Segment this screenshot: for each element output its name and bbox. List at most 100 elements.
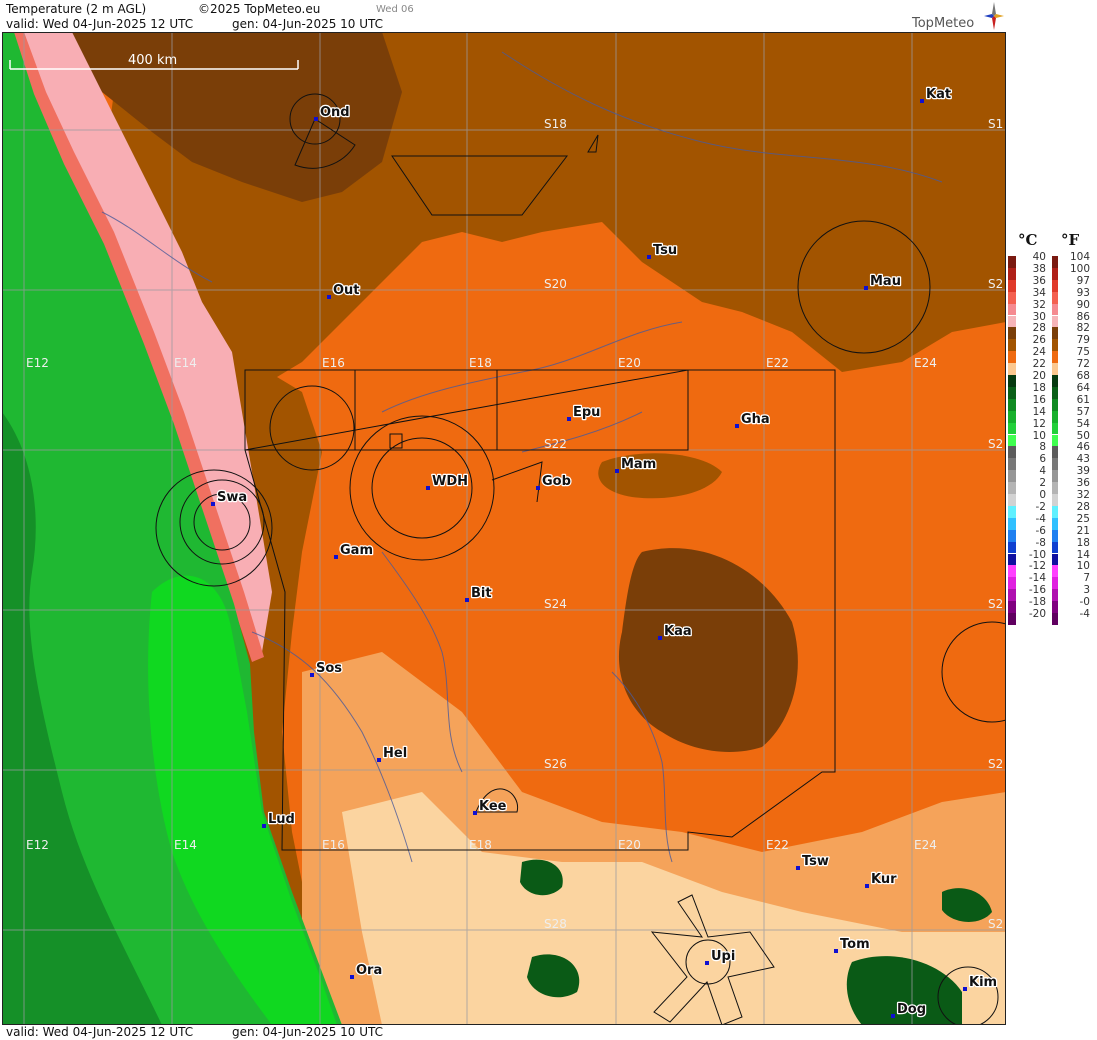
legend-celsius-value: -6 [1035, 524, 1046, 537]
legend-swatch-celsius [1008, 565, 1016, 578]
legend-celsius-value: 30 [1032, 310, 1046, 323]
city-label: Tsu [653, 243, 677, 258]
legend-swatch-celsius [1008, 613, 1016, 625]
lon-label: E18 [469, 838, 492, 852]
legend-fahrenheit-value: 25 [1076, 512, 1090, 525]
city-gam[interactable]: GamGam [334, 542, 374, 559]
legend-swatch-fahrenheit [1052, 529, 1058, 542]
city-marker-icon [377, 758, 381, 762]
legend-fahrenheit-value: 32 [1076, 489, 1090, 501]
legend-celsius-value: -14 [1028, 572, 1046, 585]
city-ond[interactable]: OndOnd [314, 104, 351, 121]
day-tab[interactable]: Wed 06 [376, 3, 414, 17]
legend-swatch-fahrenheit [1052, 267, 1058, 280]
legend-celsius-value: -16 [1028, 584, 1046, 597]
legend-swatch-celsius [1008, 327, 1016, 340]
legend-fahrenheit-value: 64 [1076, 381, 1090, 394]
lon-label: E16 [322, 356, 345, 370]
city-marker-icon [891, 1014, 895, 1018]
legend-celsius-value: -2 [1035, 500, 1046, 513]
legend-swatch-celsius [1008, 339, 1016, 352]
city-marker-icon [647, 255, 651, 259]
city-epu[interactable]: EpuEpu [567, 404, 602, 421]
city-label: WDH [432, 474, 468, 489]
city-marker-icon [834, 949, 838, 953]
legend-swatch-fahrenheit [1052, 375, 1058, 387]
legend-swatch-fahrenheit [1052, 291, 1058, 304]
city-marker-icon [615, 469, 619, 473]
footer-valid-time: valid: Wed 04-Jun-2025 12 UTC [6, 1025, 194, 1039]
city-label: Kim [969, 975, 997, 990]
city-kaa[interactable]: KaaKaa [658, 623, 693, 640]
legend-celsius-value: 32 [1032, 298, 1046, 311]
legend-swatch-fahrenheit [1052, 589, 1058, 602]
city-gob[interactable]: GobGob [536, 473, 572, 490]
lon-label: E14 [174, 838, 197, 852]
legend-celsius-value: 20 [1032, 370, 1046, 382]
city-wdh[interactable]: WDHWDH [426, 473, 469, 490]
lat-label-edge: S2 [988, 437, 1003, 451]
legend-fahrenheit-value: 93 [1076, 286, 1090, 299]
legend-swatch-celsius [1008, 315, 1016, 328]
lat-label: S20 [544, 277, 567, 291]
legend-fahrenheit-value: 14 [1076, 548, 1090, 561]
city-swa[interactable]: SwaSwa [211, 489, 248, 506]
legend-swatch-fahrenheit [1052, 256, 1058, 268]
lon-label: E12 [26, 356, 49, 370]
legend-swatch-celsius [1008, 458, 1016, 471]
legend-swatch-fahrenheit [1052, 577, 1058, 590]
legend-swatch-celsius [1008, 446, 1016, 459]
legend-unit-fahrenheit: °F [1061, 231, 1080, 249]
legend-swatch-fahrenheit [1052, 422, 1058, 435]
city-label: Bit [471, 586, 492, 601]
legend-swatch-celsius [1008, 529, 1016, 542]
lon-label: E14 [174, 356, 197, 370]
city-label: Tsw [802, 854, 829, 869]
legend-celsius-value: 8 [1039, 441, 1046, 454]
legend-swatch-celsius [1008, 363, 1016, 375]
legend-celsius-value: 36 [1032, 274, 1046, 287]
temperature-map[interactable]: 400 km E12 E14 E16 E18 E20 E22 E24 E12 E… [2, 32, 1006, 1025]
city-tom[interactable]: TomTom [834, 936, 871, 953]
footer-generated-time: gen: 04-Jun-2025 10 UTC [232, 1025, 384, 1039]
city-mam[interactable]: MamMam [615, 456, 658, 473]
footer-bar: valid: Wed 04-Jun-2025 12 UTC gen: 04-Ju… [0, 1025, 1006, 1040]
city-marker-icon [735, 424, 739, 428]
legend-swatch-celsius [1008, 410, 1016, 423]
legend-celsius-value: 38 [1032, 262, 1046, 275]
city-mau[interactable]: MauMau [864, 273, 902, 290]
legend-celsius-value: 14 [1032, 405, 1046, 418]
lat-label: S28 [544, 917, 567, 931]
compass-logo-icon [984, 2, 1004, 30]
legend-fahrenheit-value: 28 [1076, 500, 1090, 513]
city-marker-icon [426, 486, 430, 490]
legend-celsius-value: 24 [1032, 346, 1046, 359]
city-marker-icon [536, 486, 540, 490]
legend-fahrenheit-value: 21 [1076, 524, 1090, 537]
legend-celsius-value: 2 [1039, 477, 1046, 490]
legend-swatch-celsius [1008, 601, 1016, 613]
legend-swatch-fahrenheit [1052, 327, 1058, 340]
city-kee[interactable]: KeeKee [473, 798, 508, 815]
city-marker-icon [796, 866, 800, 870]
legend-celsius-value: 10 [1032, 429, 1046, 442]
city-dog[interactable]: DogDog [891, 1001, 927, 1018]
legend-celsius-value: 0 [1039, 489, 1046, 501]
city-marker-icon [334, 555, 338, 559]
legend-celsius-value: -18 [1028, 596, 1046, 609]
legend-swatch-fahrenheit [1052, 386, 1058, 399]
legend-fahrenheit-value: 61 [1076, 393, 1090, 406]
legend-fahrenheit-value: 86 [1076, 310, 1090, 323]
legend-celsius-value: 22 [1032, 358, 1046, 371]
legend-swatch-celsius [1008, 398, 1016, 411]
legend-celsius-value: 18 [1032, 381, 1046, 394]
city-label: Hel [383, 746, 407, 761]
city-kim[interactable]: KimKim [963, 974, 998, 991]
legend-fahrenheit-value: 39 [1076, 465, 1090, 478]
lon-label: E24 [914, 356, 937, 370]
legend-swatch-fahrenheit [1052, 541, 1058, 554]
legend-celsius-value: 40 [1032, 251, 1046, 263]
legend-swatch-celsius [1008, 291, 1016, 304]
city-gha[interactable]: GhaGha [735, 411, 771, 428]
legend-fahrenheit-value: 72 [1076, 358, 1090, 371]
